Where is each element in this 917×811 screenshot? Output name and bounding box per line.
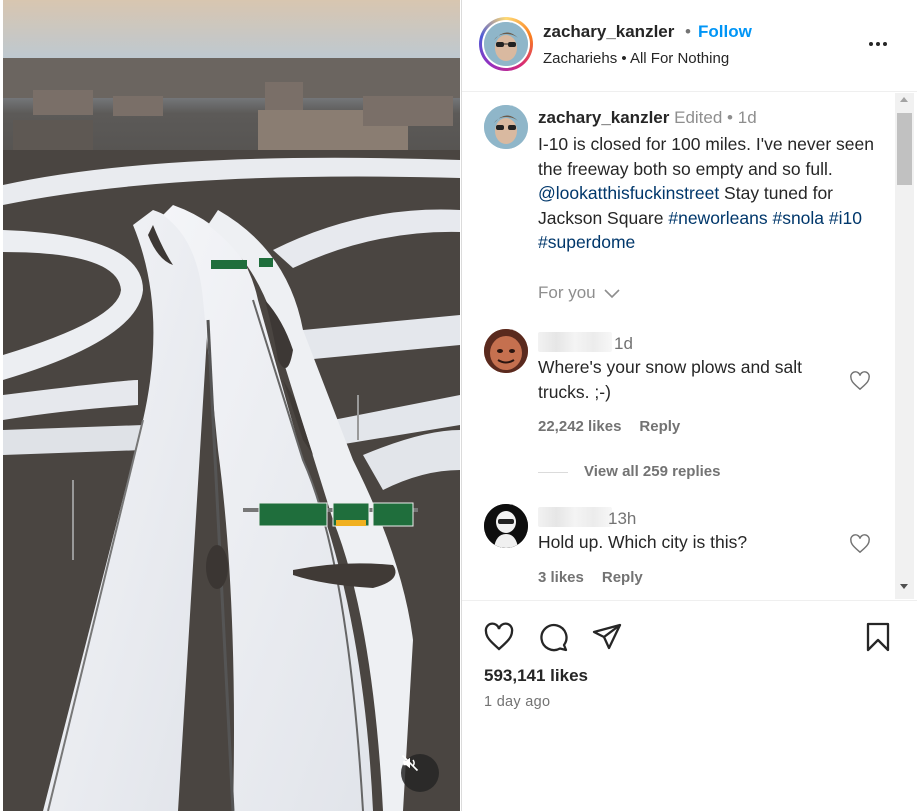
comment-time: 1d [614, 334, 633, 353]
commenter-username-redacted[interactable] [538, 507, 612, 527]
hashtag-link[interactable]: #neworleans [668, 208, 767, 228]
post-timestamp[interactable]: 1 day ago [484, 694, 550, 710]
hashtag-link[interactable]: #superdome [538, 232, 635, 252]
likes-count[interactable]: 593,141 likes [484, 666, 588, 686]
hashtag-link[interactable]: #snola [772, 208, 824, 228]
view-replies-label: View all 259 replies [584, 463, 721, 480]
heart-icon[interactable] [849, 371, 871, 391]
heart-icon[interactable] [483, 621, 515, 653]
comment-meta: 3 likes Reply [538, 569, 643, 586]
post-username[interactable]: zachary_kanzler [543, 22, 674, 42]
follow-button[interactable]: Follow [698, 22, 752, 42]
speaker-muted-icon [401, 754, 419, 772]
separator-dot: • [685, 22, 691, 41]
audio-subtitle[interactable]: Zachariehs • All For Nothing [543, 50, 729, 67]
scroll-down-arrow-icon[interactable] [900, 584, 908, 589]
reply-button[interactable]: Reply [602, 569, 643, 586]
post-detail-panel: zachary_kanzler • Follow Zachariehs • Al… [461, 0, 917, 811]
for-you-label: For you [538, 283, 596, 302]
reply-button[interactable]: Reply [639, 418, 680, 435]
comments-scrollbar[interactable] [895, 93, 914, 599]
scroll-thumb[interactable] [897, 113, 912, 185]
caption-header: zachary_kanzler Edited • 1d [538, 108, 757, 128]
divider-line [538, 471, 568, 473]
comment-likes[interactable]: 3 likes [538, 569, 584, 586]
hashtag-link[interactable]: #i10 [829, 208, 862, 228]
bookmark-icon[interactable] [862, 621, 894, 653]
caption-avatar[interactable] [484, 105, 528, 149]
comment-meta: 22,242 likes Reply [538, 418, 680, 435]
scroll-up-arrow-icon[interactable] [900, 97, 908, 102]
commenter-avatar[interactable] [484, 504, 528, 548]
caption-body: I-10 is closed for 100 miles. I've never… [538, 134, 875, 179]
separator-dot: • [727, 108, 733, 127]
more-horizontal-icon [869, 42, 873, 46]
commenter-username-redacted[interactable] [538, 332, 612, 352]
post-media-video[interactable] [3, 0, 460, 811]
mention-link[interactable]: @lookatthisfuckinstreet [538, 183, 719, 203]
comment-text: Where's your snow plows and salt trucks.… [538, 357, 803, 402]
heart-icon[interactable] [849, 534, 871, 554]
caption-username[interactable]: zachary_kanzler [538, 108, 669, 127]
more-options-button[interactable] [864, 34, 892, 54]
mute-toggle-button[interactable] [401, 754, 439, 792]
chevron-down-icon [604, 288, 620, 298]
caption-text: I-10 is closed for 100 miles. I've never… [538, 132, 878, 255]
share-icon[interactable] [591, 621, 623, 653]
story-ring[interactable] [479, 17, 533, 71]
comments-section[interactable]: zachary_kanzler Edited • 1d I-10 is clos… [462, 93, 917, 600]
view-replies-button[interactable]: View all 259 replies [538, 463, 720, 480]
comment-time: 13h [608, 509, 637, 528]
comment-icon[interactable] [537, 621, 569, 653]
aerial-snow-highway-image [3, 0, 460, 811]
post-header: zachary_kanzler • Follow Zachariehs • Al… [462, 0, 917, 92]
edited-label: Edited [674, 108, 723, 127]
comment-likes[interactable]: 22,242 likes [538, 418, 621, 435]
commenter-avatar[interactable] [484, 329, 528, 373]
avatar [484, 22, 528, 66]
caption-time: 1d [737, 108, 757, 127]
comment-text: Hold up. Which city is this? [538, 532, 748, 552]
for-you-dropdown[interactable]: For you [538, 283, 620, 303]
